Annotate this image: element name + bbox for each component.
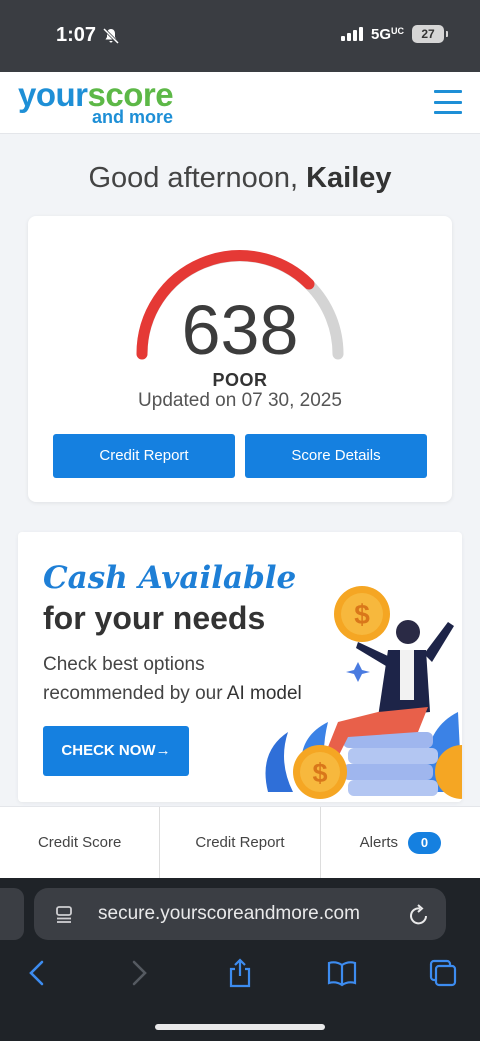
bottom-tabs: Credit Score Credit Report Alerts 0 [0,806,480,878]
bookmarks-icon[interactable] [327,958,357,988]
app-header: yourscore and more [0,72,480,134]
tab-credit-score[interactable]: Credit Score [0,807,161,878]
credit-report-button[interactable]: Credit Report [53,434,235,478]
forward-icon[interactable] [124,958,154,988]
logo-your: your [18,76,88,113]
network-label: 5GUC [370,25,404,43]
status-bar: 1:07 5GUC 27 [0,0,480,72]
score-details-button[interactable]: Score Details [245,434,427,478]
user-name: Kailey [306,162,392,194]
tab-credit-report[interactable]: Credit Report [160,807,321,878]
back-icon[interactable] [22,958,52,988]
clock: 1:07 [56,24,97,46]
svg-text:$: $ [312,758,327,788]
score-updated-date: Updated on 07 30, 2025 [138,390,342,411]
greeting: Good afternoon, Kailey [88,162,392,194]
share-icon[interactable] [225,958,255,988]
score-rating: POOR [212,370,268,390]
promo-subtitle: for your needs [43,600,266,636]
status-indicators: 5GUC 27 [340,25,448,43]
logo-tagline: and more [92,107,174,127]
logo[interactable]: yourscore and more [18,76,174,127]
url-text: secure.yourscoreandmore.com [98,903,360,924]
home-indicator [155,1024,325,1030]
cash-promo-banner[interactable]: Cash Available for your needs Check best… [18,532,462,802]
tab-alerts[interactable]: Alerts 0 [321,807,480,878]
svg-text:$: $ [354,599,370,630]
previous-tab-stub[interactable] [0,888,24,940]
url-bar[interactable]: secure.yourscoreandmore.com [34,888,446,940]
check-now-button[interactable]: CHECK NOW→ [43,726,189,776]
money-illustration: $ $ [265,586,462,799]
credit-score-value: 638 [181,291,299,369]
tabs-icon[interactable] [428,958,458,988]
bell-slash-icon [102,27,120,44]
signal-icon [340,27,363,41]
hamburger-menu-icon[interactable] [434,90,462,114]
alerts-badge: 0 [407,831,441,854]
page-menu-icon[interactable] [54,904,74,924]
battery-icon: 27 [412,25,448,43]
browser-chrome: secure.yourscoreandmore.com [0,878,480,1041]
status-time: 1:07 [56,24,120,47]
reload-icon[interactable] [408,902,430,926]
